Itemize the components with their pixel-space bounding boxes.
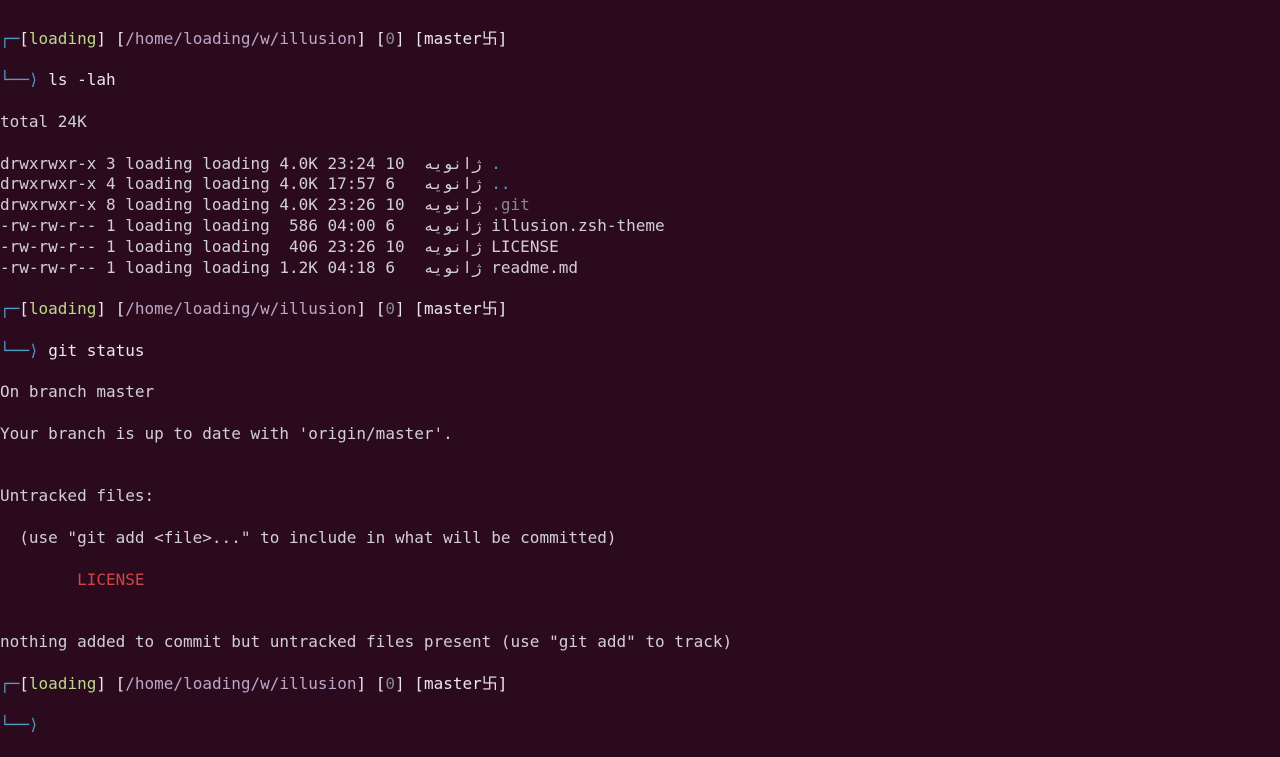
ls-filename: .. (491, 174, 510, 193)
git-branch: master (424, 299, 482, 318)
ls-row: -rw-rw-r-- 1 loading loading 406 23:26 1… (0, 237, 1280, 258)
ls-filename: readme.md (491, 258, 578, 277)
username: loading (29, 299, 96, 318)
return-code: 0 (385, 674, 395, 693)
ls-total: total 24K (0, 112, 1280, 133)
untracked-file: LICENSE (77, 570, 144, 589)
prompt-line-2: └──⟩ ls -lah (0, 70, 1280, 91)
prompt-line-1: ┌─[loading] [/home/loading/w/illusion] [… (0, 674, 1280, 695)
return-code: 0 (385, 299, 395, 318)
corner-top-icon: ┌─ (0, 29, 19, 48)
ls-row: drwxrwxr-x 8 loading loading 4.0K 23:26 … (0, 195, 1280, 216)
git-line-5: (use "git add <file>..." to include in w… (0, 528, 1280, 549)
git-line-1: On branch master (0, 382, 1280, 403)
corner-bottom-icon: └── (0, 341, 29, 360)
arrow-icon: ⟩ (29, 341, 39, 360)
command-gitstatus: git status (48, 341, 144, 360)
ls-row: -rw-rw-r-- 1 loading loading 1.2K 04:18 … (0, 258, 1280, 279)
arrow-icon: ⟩ (29, 715, 39, 734)
git-line-2: Your branch is up to date with 'origin/m… (0, 424, 1280, 445)
git-branch: master (424, 674, 482, 693)
ls-row: drwxrwxr-x 3 loading loading 4.0K 23:24 … (0, 154, 1280, 175)
git-glyph-icon: 卐 (482, 674, 498, 693)
git-branch: master (424, 29, 482, 48)
git-glyph-icon: 卐 (482, 29, 498, 48)
git-glyph-icon: 卐 (482, 299, 498, 318)
corner-top-icon: ┌─ (0, 299, 19, 318)
git-line-6: LICENSE (0, 570, 1280, 591)
git-line-8: nothing added to commit but untracked fi… (0, 632, 1280, 653)
prompt-line-1: ┌─[loading] [/home/loading/w/illusion] [… (0, 299, 1280, 320)
current-path: /home/loading/w/illusion (125, 674, 356, 693)
current-path: /home/loading/w/illusion (125, 29, 356, 48)
prompt-line-2: └──⟩ git status (0, 341, 1280, 362)
username: loading (29, 674, 96, 693)
prompt-line-2[interactable]: └──⟩ (0, 715, 1280, 736)
arrow-icon: ⟩ (29, 70, 39, 89)
ls-row: -rw-rw-r-- 1 loading loading 586 04:00 6… (0, 216, 1280, 237)
ls-filename: illusion.zsh-theme (491, 216, 664, 235)
ls-filename: . (491, 154, 501, 173)
current-path: /home/loading/w/illusion (125, 299, 356, 318)
ls-filename: LICENSE (491, 237, 558, 256)
ls-row: drwxrwxr-x 4 loading loading 4.0K 17:57 … (0, 174, 1280, 195)
git-line-4: Untracked files: (0, 486, 1280, 507)
ls-filename: .git (491, 195, 530, 214)
corner-bottom-icon: └── (0, 715, 29, 734)
terminal-output[interactable]: ┌─[loading] [/home/loading/w/illusion] [… (0, 0, 1280, 757)
username: loading (29, 29, 96, 48)
return-code: 0 (385, 29, 395, 48)
command-ls: ls -lah (48, 70, 115, 89)
corner-top-icon: ┌─ (0, 674, 19, 693)
corner-bottom-icon: └── (0, 70, 29, 89)
prompt-line-1: ┌─[loading] [/home/loading/w/illusion] [… (0, 29, 1280, 50)
